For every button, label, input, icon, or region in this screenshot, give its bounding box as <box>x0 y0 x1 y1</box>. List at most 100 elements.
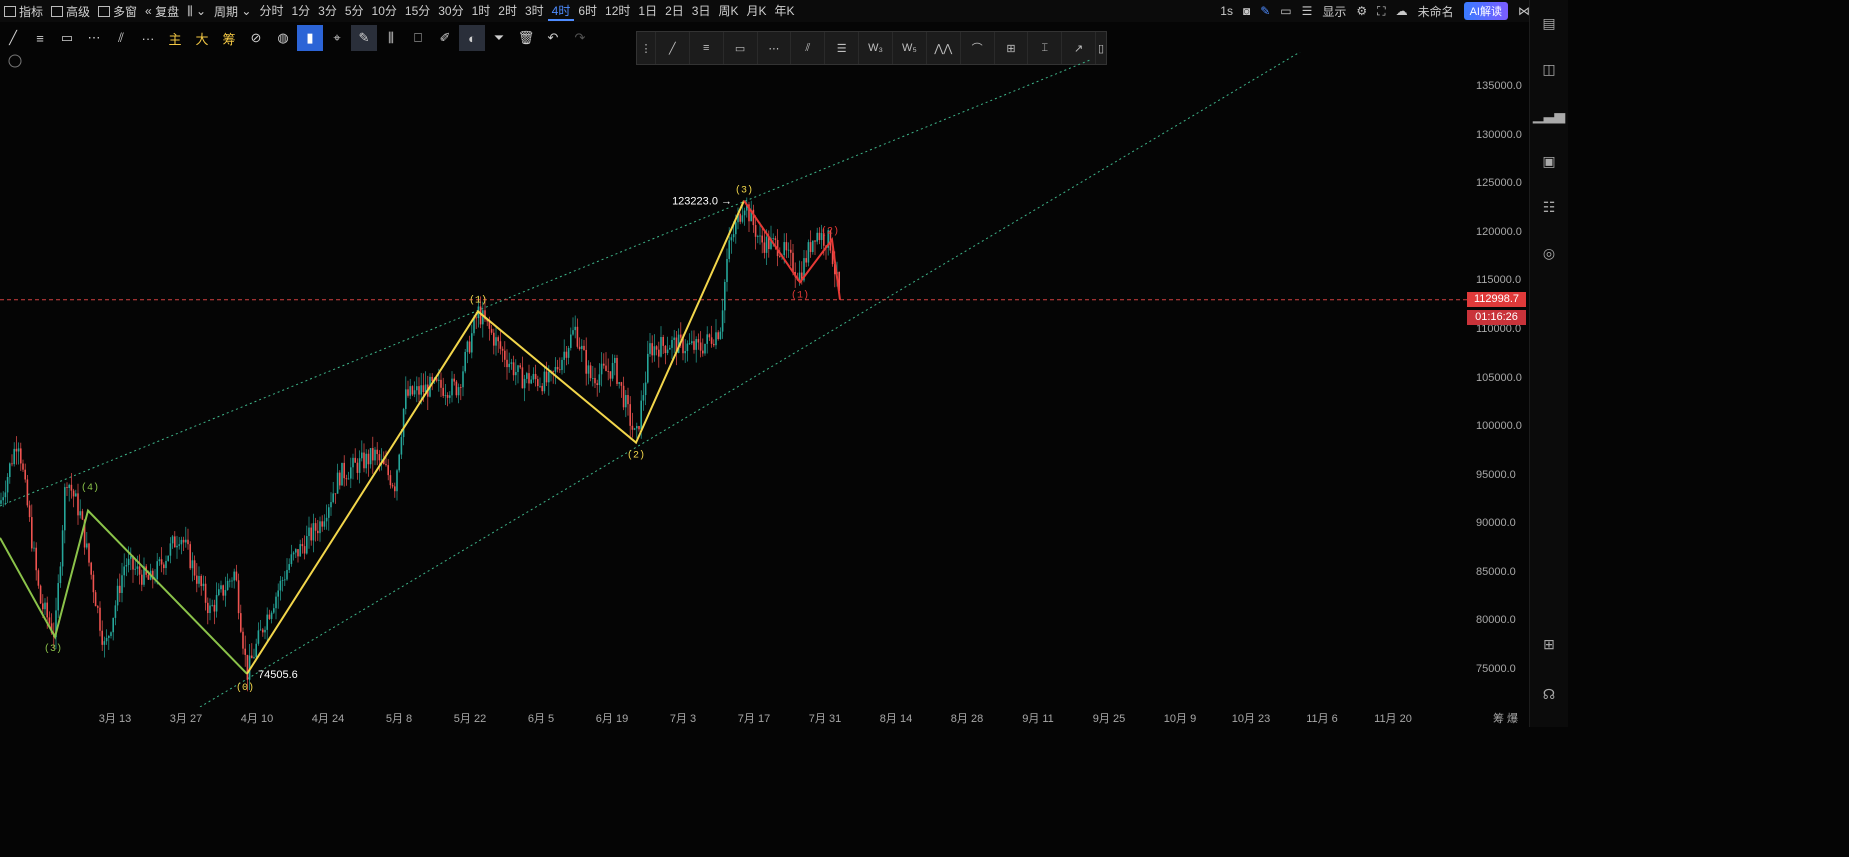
monitor-icon[interactable]: ▣ <box>1530 138 1568 184</box>
palette-icon[interactable]: ◍ <box>270 25 296 51</box>
period-0[interactable]: 分时 <box>255 2 287 21</box>
candle-body <box>224 590 227 596</box>
candle-body <box>475 317 477 319</box>
price-tick-7: 100000.0 <box>1476 420 1522 433</box>
camera-icon[interactable]: ◙ <box>1243 4 1250 18</box>
doc-icon[interactable]: ▤ <box>1530 0 1568 46</box>
candle-body <box>636 426 638 429</box>
period-17[interactable]: 月K <box>742 2 770 21</box>
period-10[interactable]: 4时 <box>547 2 575 21</box>
candle-body <box>583 345 585 350</box>
candle-body <box>400 437 403 455</box>
candle-body <box>358 458 361 473</box>
filter-icon[interactable]: ⏷ <box>486 25 512 51</box>
period-5[interactable]: 15分 <box>401 2 434 21</box>
hline-tool-icon[interactable]: ≡ <box>27 25 53 51</box>
period-dropdown[interactable]: 周期 ⌄ <box>210 0 255 22</box>
lock-icon[interactable]: ⎕ <box>405 25 431 51</box>
layout-name[interactable]: 未命名 <box>1418 3 1454 20</box>
layout-icon[interactable]: ⊞ <box>1530 621 1568 667</box>
period-7[interactable]: 1时 <box>468 2 495 21</box>
candle-body <box>420 385 422 395</box>
compare-icon[interactable]: ⫼ <box>378 25 404 51</box>
candle-body <box>31 517 33 549</box>
fullscreen-icon[interactable]: ⛶ <box>1377 4 1385 19</box>
candle-body <box>532 373 535 380</box>
undo-icon[interactable]: ↶ <box>540 25 566 51</box>
candle-body <box>519 365 521 368</box>
candle-body <box>779 256 781 257</box>
candle-body <box>72 490 75 497</box>
big-order-button[interactable]: 大 <box>189 25 215 51</box>
period-18[interactable]: 年K <box>771 2 799 21</box>
axis-corner-label[interactable]: 筹 爆 <box>1493 710 1518 726</box>
period-13[interactable]: 1日 <box>634 2 661 21</box>
pen-icon[interactable]: ✎ <box>1260 4 1270 18</box>
ai-button[interactable]: AI解读 <box>1463 2 1508 20</box>
candle-body <box>587 365 590 374</box>
candle-body <box>246 654 249 680</box>
period-14[interactable]: 2日 <box>661 2 688 21</box>
interval-label[interactable]: 1s <box>1220 4 1233 18</box>
trade-icon[interactable]: ◫ <box>1530 46 1568 92</box>
list-icon[interactable]: ☰ <box>1302 4 1313 18</box>
period-3[interactable]: 5分 <box>341 2 368 21</box>
parallel-tool-icon[interactable]: ⫽ <box>108 25 134 51</box>
trash-icon[interactable]: 🗑 <box>513 25 539 51</box>
line-tool-icon[interactable]: ╱ <box>0 25 26 51</box>
candle-body <box>442 387 444 396</box>
candle-body <box>449 395 451 398</box>
candle-body <box>387 465 389 476</box>
main-indicator-button[interactable]: 主 <box>162 25 188 51</box>
layers-icon[interactable]: ☷ <box>1530 184 1568 230</box>
rect-tool-icon[interactable]: ▭ <box>54 25 80 51</box>
advanced-button[interactable]: 高级 <box>47 0 94 22</box>
candle-body <box>482 310 484 325</box>
bars-icon[interactable]: ▁▃▅ <box>1530 92 1568 138</box>
period-12[interactable]: 12时 <box>601 2 634 21</box>
candle-body <box>312 523 315 541</box>
display-button[interactable]: 显示 <box>1322 3 1346 20</box>
period-9[interactable]: 3时 <box>521 2 548 21</box>
fib-tool-icon[interactable]: ⋯ <box>81 25 107 51</box>
candle-body <box>669 347 671 350</box>
calc-icon[interactable]: ⊘ <box>243 25 269 51</box>
frame-icon[interactable]: ▭ <box>1280 4 1291 18</box>
support-icon[interactable]: ☊ <box>1530 671 1568 717</box>
candle-body <box>761 235 763 243</box>
candle-body <box>4 492 7 498</box>
gear-icon[interactable]: ⚙ <box>1356 4 1367 18</box>
candle-body <box>585 349 587 374</box>
replay-button[interactable]: « 复盘 <box>141 0 183 22</box>
price-axis[interactable]: 135000.0 130000.0 125000.0 120000.0 115000.0… <box>1468 52 1530 707</box>
period-16[interactable]: 周K <box>714 2 742 21</box>
chip-button[interactable]: 筹 <box>216 25 242 51</box>
time-tick-2: 4月 10 <box>240 713 274 725</box>
time-axis[interactable]: 3月 13 3月 27 4月 10 4月 24 5月 8 5月 22 6月 5 6月 19 7月… <box>0 707 1530 727</box>
draw-pen-icon[interactable]: ✎ <box>351 25 377 51</box>
more-tool-icon[interactable]: ··· <box>135 25 161 51</box>
price-chart[interactable]: (4) (3) (0) (1) (2) (3) (1) (2) 123223.0 → 74505.… <box>0 52 1468 707</box>
settings-icon[interactable]: ◎ <box>1530 230 1568 276</box>
candle-body <box>174 536 176 548</box>
wave-label-red-1: (1) <box>791 289 809 301</box>
period-4[interactable]: 10分 <box>368 2 401 21</box>
candle-body <box>521 367 524 389</box>
ruler-icon[interactable]: ⌖ <box>324 25 350 51</box>
period-1[interactable]: 1分 <box>287 2 314 21</box>
period-8[interactable]: 2时 <box>494 2 521 21</box>
price-tick-9: 90000.0 <box>1476 517 1516 530</box>
candle-body <box>499 341 502 349</box>
redo-icon[interactable]: ↷ <box>567 25 593 51</box>
edit-icon[interactable]: ✐ <box>432 25 458 51</box>
period-2[interactable]: 3分 <box>314 2 341 21</box>
period-15[interactable]: 3日 <box>688 2 715 21</box>
multiwindow-button[interactable]: 多窗 <box>94 0 141 22</box>
period-11[interactable]: 6时 <box>574 2 601 21</box>
indicator-button[interactable]: 指标 <box>0 0 47 22</box>
chart-type-button[interactable]: ⫼ ⌄ <box>183 0 210 22</box>
period-6[interactable]: 30分 <box>434 2 467 21</box>
time-tick-9: 7月 17 <box>737 713 771 725</box>
magnet-icon[interactable]: ◐ <box>459 25 485 51</box>
bookmark-icon[interactable]: ▮ <box>297 25 323 51</box>
